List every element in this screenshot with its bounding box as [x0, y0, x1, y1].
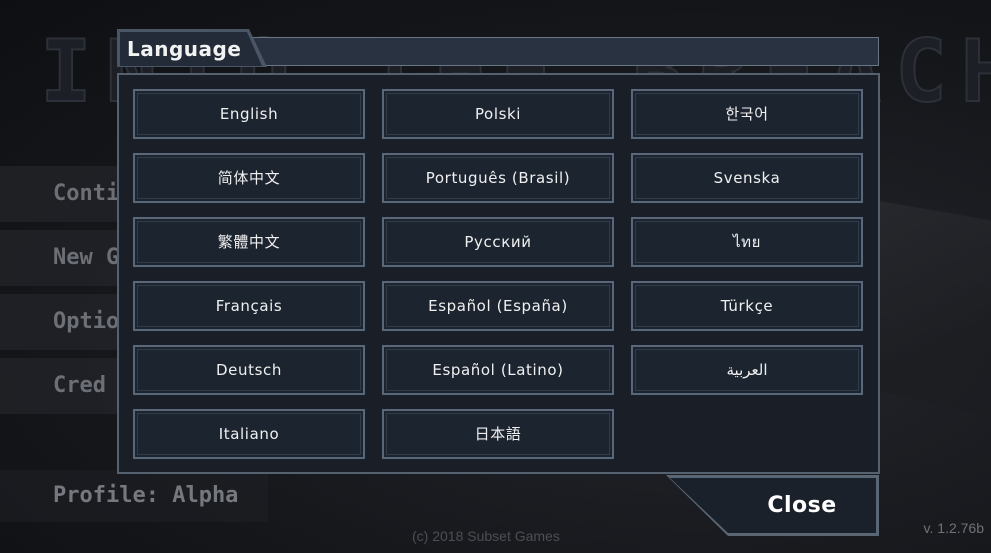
- game-screen: INTO THE BREACH Conti New G Optio Cred P…: [0, 0, 991, 553]
- language-button-simplified-chinese[interactable]: 简体中文: [133, 153, 365, 203]
- language-button-portuguese-brasil[interactable]: Português (Brasil): [382, 153, 614, 203]
- language-button-italiano[interactable]: Italiano: [133, 409, 365, 459]
- language-button-arabic[interactable]: العربية: [631, 345, 863, 395]
- dialog-title: Language: [127, 37, 242, 61]
- language-button-thai[interactable]: ไทย: [631, 217, 863, 267]
- language-button-francais[interactable]: Français: [133, 281, 365, 331]
- language-button-espanol-latino[interactable]: Español (Latino): [382, 345, 614, 395]
- version-text: v. 1.2.76b: [923, 520, 984, 536]
- language-button-svenska[interactable]: Svenska: [631, 153, 863, 203]
- profile-label: Profile: Alpha: [0, 470, 268, 522]
- language-button-english[interactable]: English: [133, 89, 365, 139]
- language-button-traditional-chinese[interactable]: 繁體中文: [133, 217, 365, 267]
- language-button-russian[interactable]: Русский: [382, 217, 614, 267]
- copyright-text: (c) 2018 Subset Games: [412, 528, 560, 544]
- language-button-japanese[interactable]: 日本語: [382, 409, 614, 459]
- language-button-polski[interactable]: Polski: [382, 89, 614, 139]
- close-button-label[interactable]: Close: [740, 478, 864, 533]
- language-button-korean[interactable]: 한국어: [631, 89, 863, 139]
- language-button-turkce[interactable]: Türkçe: [631, 281, 863, 331]
- language-button-espanol-espana[interactable]: Español (España): [382, 281, 614, 331]
- language-button-deutsch[interactable]: Deutsch: [133, 345, 365, 395]
